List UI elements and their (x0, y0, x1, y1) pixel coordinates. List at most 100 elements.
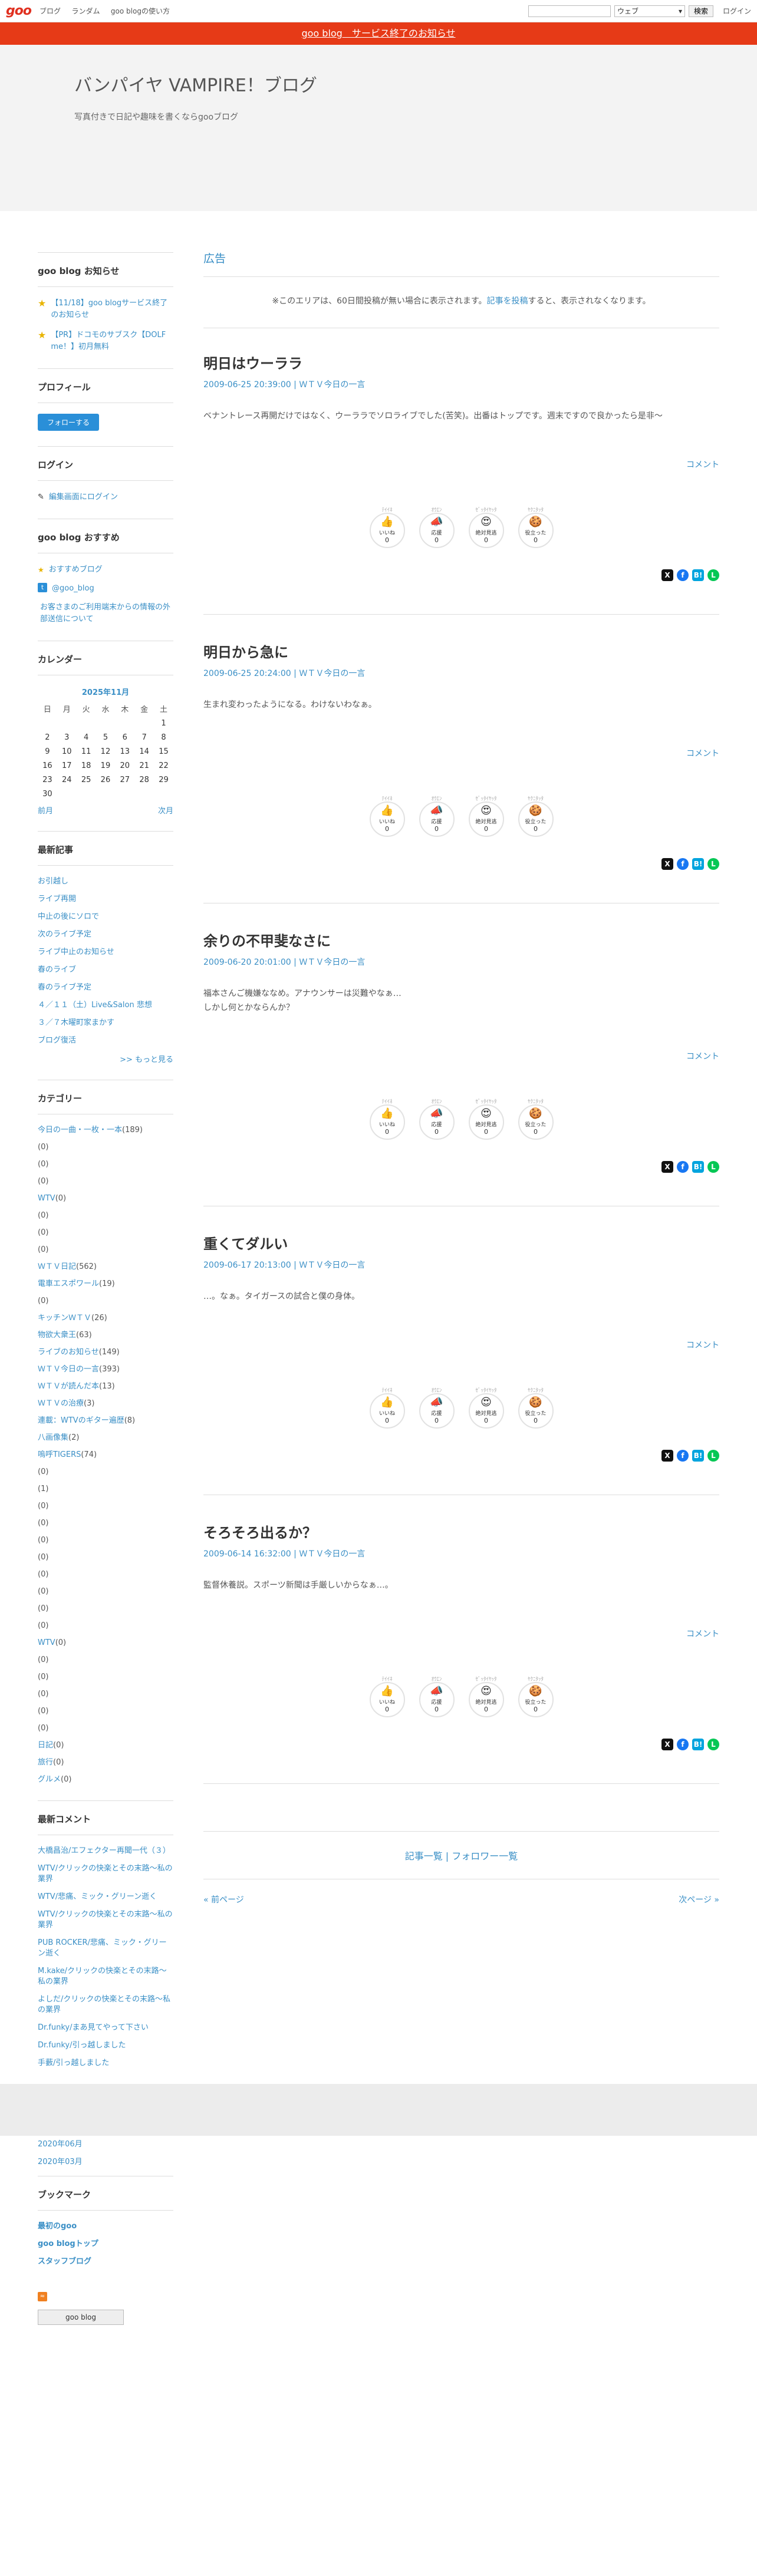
recommend-item[interactable]: t @goo_blog (38, 583, 173, 595)
recent-post-link[interactable]: お引越し (38, 876, 173, 887)
recent-comment-link[interactable]: PUB ROCKER/悲痛、ミック・グリーン逝く (38, 1938, 173, 1959)
category-item[interactable]: (0) (38, 1535, 173, 1546)
comment-link[interactable]: コメント (203, 459, 719, 470)
recent-comment-link[interactable]: よしだ/クリックの快楽とその末路～私の業界 (38, 1994, 173, 2016)
category-name[interactable]: 旅行 (38, 1758, 53, 1767)
category-item[interactable]: (0) (38, 1706, 173, 1717)
category-item[interactable]: (0) (38, 1245, 173, 1255)
x-share-icon[interactable]: X (661, 858, 673, 870)
goo-blog-badge[interactable]: goo blog (38, 2310, 124, 2325)
reaction-button[interactable]: ﾔｸﾆﾀｯﾀ 🍪 役立った 0 (518, 1097, 554, 1140)
post-category[interactable]: ＷＴＶ今日の一言 (299, 1261, 365, 1270)
post-date[interactable]: 2009-06-17 20:13:00 (203, 1261, 291, 1270)
reaction-button[interactable]: ｾﾞｯﾀｲﾔｯﾀ 😍 絶対見逃 0 (468, 1386, 504, 1429)
reaction-button[interactable]: ｵｳｴﾝ 📣 応援 0 (419, 506, 455, 548)
recent-post-link[interactable]: 次のライブ予定 (38, 929, 173, 940)
reaction-button[interactable]: ｵｳｴﾝ 📣 応援 0 (419, 794, 455, 837)
recommend-item[interactable]: ★ おすすめブログ (38, 564, 173, 576)
post-title[interactable]: 重くてダルい (203, 1232, 719, 1253)
category-name[interactable]: ライブのお知らせ (38, 1348, 99, 1357)
post-article-link[interactable]: 記事を投稿 (487, 296, 528, 306)
category-name[interactable]: WTV (38, 1638, 55, 1647)
next-page-link[interactable]: 次ページ » (679, 1894, 719, 1905)
reaction-circle[interactable]: 👍 いいね 0 (369, 1393, 405, 1429)
bookmark-link[interactable]: 最初のgoo (38, 2221, 173, 2232)
twitter-link[interactable]: @goo_blog (52, 583, 94, 595)
recent-post-link[interactable]: 春のライブ (38, 965, 173, 975)
line-share-icon[interactable]: L (707, 1450, 719, 1462)
reaction-button[interactable]: ﾔｸﾆﾀｯﾀ 🍪 役立った 0 (518, 1386, 554, 1429)
category-item[interactable]: (0) (38, 1296, 173, 1307)
archive-link[interactable]: 2020年06月 (38, 2139, 173, 2150)
category-item[interactable]: (0) (38, 1621, 173, 1631)
search-button[interactable]: 検索 (688, 5, 713, 17)
nav-random[interactable]: ランダム (71, 7, 100, 15)
news-item[interactable]: ★ 【11/18】goo blogサービス終了のお知らせ (38, 298, 173, 321)
reaction-button[interactable]: ｵｳｴﾝ 📣 応援 0 (419, 1675, 455, 1717)
recent-post-link[interactable]: ブログ復活 (38, 1035, 173, 1046)
category-item[interactable]: 八画像集(2) (38, 1433, 173, 1443)
category-item[interactable]: (0) (38, 1655, 173, 1665)
reaction-button[interactable]: ﾔｸﾆﾀｯﾀ 🍪 役立った 0 (518, 1675, 554, 1717)
category-item[interactable]: (0) (38, 1176, 173, 1187)
login-link[interactable]: ログイン (723, 6, 751, 16)
category-name[interactable]: ＷＴＶの治療 (38, 1399, 84, 1408)
reaction-circle[interactable]: 🍪 役立った 0 (518, 1104, 554, 1140)
post-category[interactable]: ＷＴＶ今日の一言 (299, 958, 365, 967)
recent-comment-link[interactable]: WTV/クリックの快楽とその末路～私の業界 (38, 1863, 173, 1885)
recent-comment-link[interactable]: WTV/クリックの快楽とその末路～私の業界 (38, 1909, 173, 1931)
news-link[interactable]: 【PR】ドコモのサブスク【DOLF me！】初月無料 (51, 329, 173, 353)
prev-page-link[interactable]: « 前ページ (203, 1894, 244, 1905)
reaction-button[interactable]: ﾃｲｲﾈ 👍 いいね 0 (369, 794, 405, 837)
follow-button[interactable]: フォローする (38, 414, 100, 431)
post-date[interactable]: 2009-06-20 20:01:00 (203, 958, 291, 967)
recent-post-link[interactable]: 中止の後にソロで (38, 912, 173, 922)
reaction-button[interactable]: ﾃｲｲﾈ 👍 いいね 0 (369, 506, 405, 548)
hatena-share-icon[interactable]: B! (692, 569, 704, 581)
reaction-button[interactable]: ｾﾞｯﾀｲﾔｯﾀ 😍 絶対見逃 0 (468, 506, 504, 548)
x-share-icon[interactable]: X (661, 1450, 673, 1462)
post-title[interactable]: 明日から急に (203, 641, 719, 661)
comment-link[interactable]: コメント (203, 747, 719, 759)
line-share-icon[interactable]: L (707, 1739, 719, 1750)
post-title[interactable]: 余りの不甲斐なさに (203, 929, 719, 950)
category-item[interactable]: (0) (38, 1228, 173, 1238)
calendar-prev[interactable]: 前月 (38, 804, 53, 816)
facebook-share-icon[interactable]: f (677, 1450, 689, 1462)
nav-howto[interactable]: goo blogの使い方 (111, 7, 170, 15)
facebook-share-icon[interactable]: f (677, 1161, 689, 1173)
category-name[interactable]: WTV (38, 1194, 55, 1203)
category-item[interactable]: (0) (38, 1159, 173, 1170)
comment-link[interactable]: コメント (203, 1050, 719, 1062)
reaction-button[interactable]: ｵｳｴﾝ 📣 応援 0 (419, 1386, 455, 1429)
reaction-circle[interactable]: 😍 絶対見逃 0 (468, 1104, 504, 1140)
bookmark-link[interactable]: goo blogトップ (38, 2239, 173, 2250)
post-date[interactable]: 2009-06-25 20:24:00 (203, 669, 291, 678)
category-item[interactable]: (0) (38, 1142, 173, 1153)
recent-comment-link[interactable]: 大橋昌治/エフェクター再聞一代（３） (38, 1846, 173, 1856)
facebook-share-icon[interactable]: f (677, 858, 689, 870)
line-share-icon[interactable]: L (707, 569, 719, 581)
recent-post-link[interactable]: ４／１１（土）Live&Salon 悲想 (38, 1000, 173, 1011)
category-item[interactable]: (0) (38, 1587, 173, 1597)
post-date[interactable]: 2009-06-25 20:39:00 (203, 380, 291, 390)
category-item[interactable]: (0) (38, 1467, 173, 1477)
recent-post-link[interactable]: ライブ再開 (38, 894, 173, 905)
category-name[interactable]: 日記 (38, 1741, 53, 1750)
recent-comment-link[interactable]: 手藪/引っ越しました (38, 2058, 173, 2069)
news-item[interactable]: ★ 【PR】ドコモのサブスク【DOLF me！】初月無料 (38, 329, 173, 353)
reaction-circle[interactable]: 🍪 役立った 0 (518, 802, 554, 837)
category-item[interactable]: (1) (38, 1484, 173, 1495)
external-info-link[interactable]: お客さまのご利用端末からの情報の外部送信について (38, 602, 173, 625)
category-item[interactable]: キッチンＷＴＶ(26) (38, 1313, 173, 1324)
post-title[interactable]: 明日はウーララ (203, 352, 719, 372)
reaction-circle[interactable]: 😍 絶対見逃 0 (468, 802, 504, 837)
category-name[interactable]: キッチンＷＴＶ (38, 1314, 91, 1322)
category-name[interactable]: 連載：WTVのギター遍歴 (38, 1416, 124, 1425)
reaction-button[interactable]: ﾃｲｲﾈ 👍 いいね 0 (369, 1097, 405, 1140)
recent-post-link[interactable]: ３／７木曜町家まかす (38, 1018, 173, 1028)
reaction-circle[interactable]: 📣 応援 0 (419, 513, 455, 548)
category-item[interactable]: (0) (38, 1501, 173, 1512)
category-name[interactable]: ＷＴＶ今日の一言 (38, 1365, 99, 1374)
category-item[interactable]: (0) (38, 1552, 173, 1563)
